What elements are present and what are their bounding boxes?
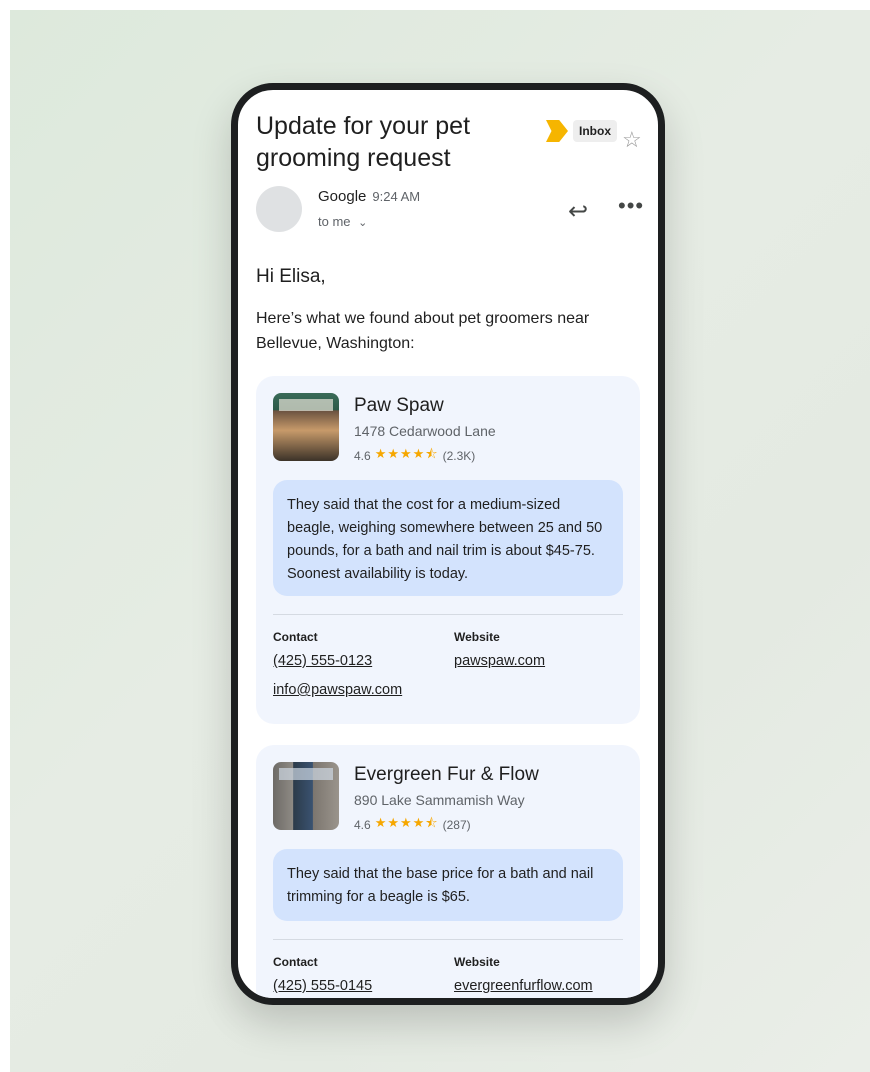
result-card: Paw Spaw 1478 Cedarwood Lane 4.6 ★★★★⯪ (…	[256, 376, 640, 724]
website-heading: Website	[454, 955, 500, 969]
summary-bubble: They said that the cost for a medium-siz…	[273, 480, 623, 596]
business-address: 1478 Cedarwood Lane	[354, 423, 496, 439]
website-link[interactable]: pawspaw.com	[454, 653, 545, 669]
business-photo[interactable]	[273, 393, 339, 461]
business-name[interactable]: Paw Spaw	[354, 395, 444, 417]
website-link[interactable]: evergreenfurflow.com	[454, 978, 593, 994]
recipient-label: to me	[318, 214, 351, 229]
divider	[273, 939, 623, 940]
business-rating: 4.6 ★★★★⯪ (287)	[354, 814, 471, 836]
rating-value: 4.6	[354, 449, 371, 463]
business-rating: 4.6 ★★★★⯪ (2.3K)	[354, 445, 475, 467]
chevron-down-icon: ⌄	[358, 217, 368, 229]
email-subject: Update for your pet grooming request	[256, 112, 471, 172]
rating-stars-icon: ★★★★⯪	[374, 815, 439, 830]
email-time: 9:24 AM	[372, 189, 421, 204]
contact-heading: Contact	[273, 955, 318, 969]
summary-bubble: They said that the base price for a bath…	[273, 849, 623, 921]
review-count: (287)	[442, 818, 471, 832]
contact-heading: Contact	[273, 630, 318, 644]
phone-link[interactable]: (425) 555-0123	[273, 653, 372, 669]
intro-text: Here’s what we found about pet groomers …	[256, 310, 590, 352]
sender-line: Google 9:24 AM	[318, 188, 420, 205]
email-link[interactable]: info@pawspaw.com	[273, 682, 402, 698]
recipient-toggle[interactable]: to me ⌄	[318, 214, 367, 229]
greeting: Hi Elisa,	[256, 266, 326, 287]
rating-stars-icon: ★★★★⯪	[374, 446, 439, 461]
sender-name: Google	[318, 188, 367, 205]
rating-value: 4.6	[354, 818, 371, 832]
reply-icon[interactable]: ↩	[568, 200, 588, 224]
avatar[interactable]	[256, 186, 302, 232]
business-address: 890 Lake Sammamish Way	[354, 792, 525, 808]
star-icon[interactable]: ☆	[622, 129, 642, 151]
inbox-label: Inbox	[573, 120, 617, 142]
more-icon[interactable]: •••	[618, 194, 644, 218]
label-tag[interactable]: Inbox	[546, 120, 617, 142]
phone-link[interactable]: (425) 555-0145	[273, 978, 372, 994]
result-card: Evergreen Fur & Flow 890 Lake Sammamish …	[256, 745, 640, 998]
phone-frame: Update for your pet grooming request Inb…	[231, 83, 665, 1005]
business-photo[interactable]	[273, 762, 339, 830]
divider	[273, 614, 623, 615]
review-count: (2.3K)	[442, 449, 476, 463]
email-screen: Update for your pet grooming request Inb…	[238, 90, 658, 998]
business-name[interactable]: Evergreen Fur & Flow	[354, 764, 539, 786]
website-heading: Website	[454, 630, 500, 644]
label-chevron-icon	[546, 120, 568, 142]
